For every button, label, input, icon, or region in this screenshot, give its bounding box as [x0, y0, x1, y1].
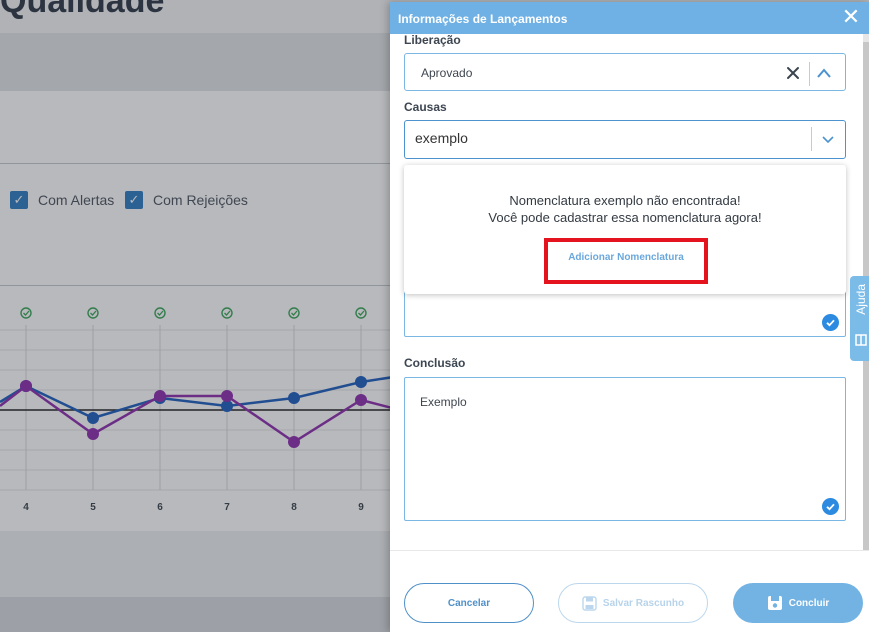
liberacao-select[interactable]: Aprovado — [404, 53, 846, 91]
floppy-disk-icon — [582, 595, 597, 611]
liberacao-value: Aprovado — [421, 66, 473, 80]
drawer-footer: Cancelar Salvar Rascunho Concluir — [390, 550, 869, 632]
chevron-down-icon[interactable] — [821, 135, 835, 145]
help-label: Ajuda — [854, 284, 868, 315]
add-nomenclatura-button[interactable]: Adicionar Nomenclatura — [548, 252, 704, 263]
save-draft-label: Salvar Rascunho — [602, 597, 685, 609]
causas-input[interactable] — [415, 130, 795, 146]
cancel-button[interactable]: Cancelar — [404, 583, 534, 623]
check-circle-icon — [822, 314, 839, 331]
drawer-header: Informações de Lançamentos ✕ — [390, 2, 869, 34]
conclusao-value: Exemplo — [420, 395, 467, 409]
not-found-message: Nomenclatura exemplo não encontrada! — [509, 193, 741, 208]
separator — [809, 62, 810, 86]
register-hint: Você pode cadastrar essa nomenclatura ag… — [488, 210, 762, 225]
book-icon — [855, 334, 867, 346]
check-circle-icon — [822, 498, 839, 515]
drawer-title: Informações de Lançamentos — [398, 12, 568, 26]
save-draft-button[interactable]: Salvar Rascunho — [558, 583, 708, 623]
clear-icon[interactable] — [786, 66, 800, 80]
separator — [811, 127, 812, 151]
causas-dropdown: Nomenclatura exemplo não encontrada! Voc… — [404, 165, 846, 294]
lancamentos-drawer: Informações de Lançamentos ✕ Liberação A… — [390, 2, 869, 632]
help-tab[interactable]: Ajuda — [850, 276, 869, 361]
conclude-label: Concluir — [788, 597, 830, 609]
conclusao-label: Conclusão — [404, 356, 466, 370]
conclude-button[interactable]: Concluir — [733, 583, 863, 623]
chevron-up-icon[interactable] — [816, 67, 832, 79]
liberacao-label: Liberação — [404, 33, 461, 47]
causas-label: Causas — [404, 100, 447, 114]
close-icon[interactable]: ✕ — [841, 6, 861, 28]
cancel-label: Cancelar — [447, 597, 491, 609]
highlight-box: Adicionar Nomenclatura — [544, 238, 708, 284]
causas-select[interactable] — [404, 120, 846, 159]
floppy-disk-icon — [767, 596, 782, 610]
conclusao-textarea[interactable]: Exemplo — [404, 377, 846, 521]
